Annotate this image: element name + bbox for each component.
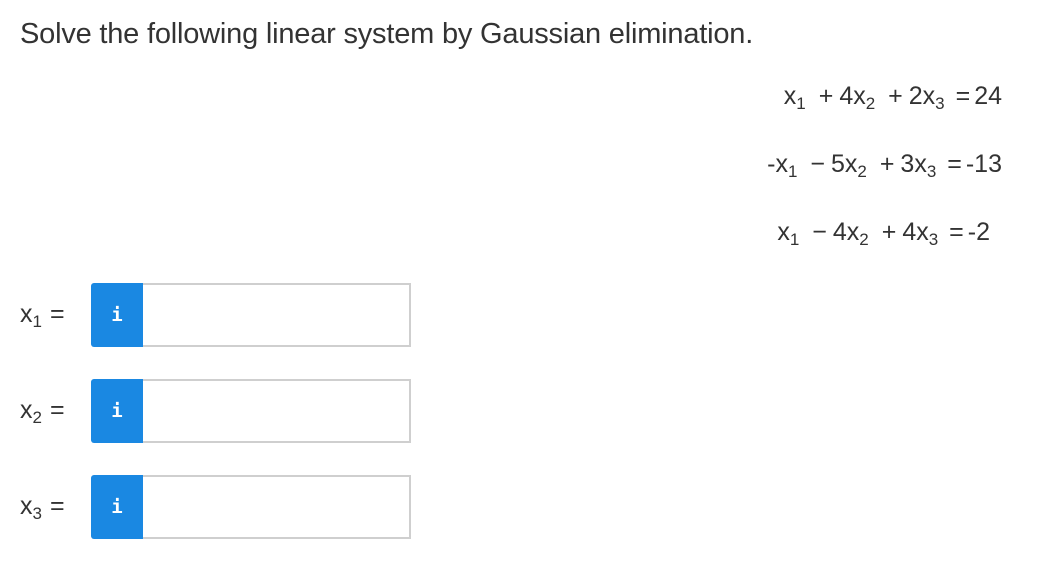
- answer-row-x3: x3 = i: [0, 474, 420, 540]
- equation-3-term-2-subscript: 2: [859, 230, 869, 249]
- answer-input-x3[interactable]: [143, 475, 411, 539]
- equation-3-term-3-subscript: 3: [928, 230, 939, 249]
- answer-label-x2-equals: =: [49, 396, 65, 424]
- equation-1-equals: =: [955, 82, 971, 110]
- equation-1-operator-2: +: [888, 82, 903, 110]
- answer-label-x3-var: x: [20, 492, 33, 520]
- answer-label-x1: x1 =: [20, 300, 65, 331]
- equation-3-operator-2: +: [881, 218, 897, 246]
- question-page: Solve the following linear system by Gau…: [0, 0, 1060, 570]
- info-icon: i: [111, 496, 123, 518]
- info-button-x3[interactable]: i: [91, 475, 143, 539]
- answer-row-x1: x1 = i: [0, 282, 420, 348]
- equation-1-term-3-subscript: 3: [935, 94, 945, 113]
- answer-label-x1-var: x: [20, 300, 33, 328]
- info-icon: i: [111, 304, 123, 326]
- equation-3-term-2: 4x: [832, 218, 860, 246]
- answer-label-x1-subscript: 1: [32, 312, 42, 331]
- equation-3-equals: =: [949, 218, 964, 246]
- equation-2-term-1-subscript: 1: [787, 162, 798, 181]
- equation-1-term-2: 4x: [839, 82, 866, 110]
- equation-2-equals: =: [947, 150, 962, 178]
- equation-2-term-2-subscript: 2: [857, 162, 867, 181]
- equation-3-term-3: 4x: [902, 218, 929, 246]
- answer-input-x1[interactable]: [143, 283, 411, 347]
- equation-3-term-1-subscript: 1: [789, 230, 800, 249]
- equation-2-operator-2: +: [879, 150, 895, 178]
- equation-1-term-2-subscript: 2: [865, 94, 876, 113]
- equation-3-term-1: x: [777, 218, 790, 246]
- answer-label-x2: x2 =: [20, 396, 65, 427]
- equation-2: -x1 −5x2 +3x3 = -13: [767, 150, 1002, 181]
- equation-3-operator-1: −: [812, 218, 827, 246]
- equation-2-term-3-subscript: 3: [926, 162, 937, 181]
- answer-label-x3-subscript: 3: [32, 504, 42, 523]
- equation-1-term-3: 2x: [908, 82, 936, 110]
- answer-label-x1-equals: =: [49, 300, 65, 328]
- equation-3-rhs: -2: [967, 218, 990, 246]
- equation-2-term-2: 5x: [830, 150, 858, 178]
- equation-2-term-1: x: [775, 150, 788, 178]
- equation-1-term-1-subscript: 1: [796, 94, 806, 113]
- info-button-x2[interactable]: i: [91, 379, 143, 443]
- equation-1-term-1: x: [783, 82, 797, 110]
- answer-label-x2-var: x: [20, 396, 33, 424]
- answer-label-x3: x3 =: [20, 492, 65, 523]
- equation-2-term-3: 3x: [900, 150, 927, 178]
- question-text: Solve the following linear system by Gau…: [20, 18, 754, 50]
- equation-1: x1 +4x2 +2x3 = 24: [783, 82, 1002, 113]
- equation-2-rhs: -13: [965, 150, 1002, 178]
- info-icon: i: [111, 400, 123, 422]
- answer-label-x2-subscript: 2: [32, 408, 42, 427]
- answer-input-x2[interactable]: [143, 379, 411, 443]
- equation-1-rhs: 24: [974, 82, 1002, 110]
- answer-label-x3-equals: =: [49, 492, 65, 520]
- equation-2-operator-1: −: [810, 150, 825, 178]
- answer-row-x2: x2 = i: [0, 378, 420, 444]
- equation-3: x1 −4x2 +4x3 = -2: [777, 218, 990, 249]
- info-button-x1[interactable]: i: [91, 283, 143, 347]
- equation-1-operator-1: +: [818, 82, 834, 110]
